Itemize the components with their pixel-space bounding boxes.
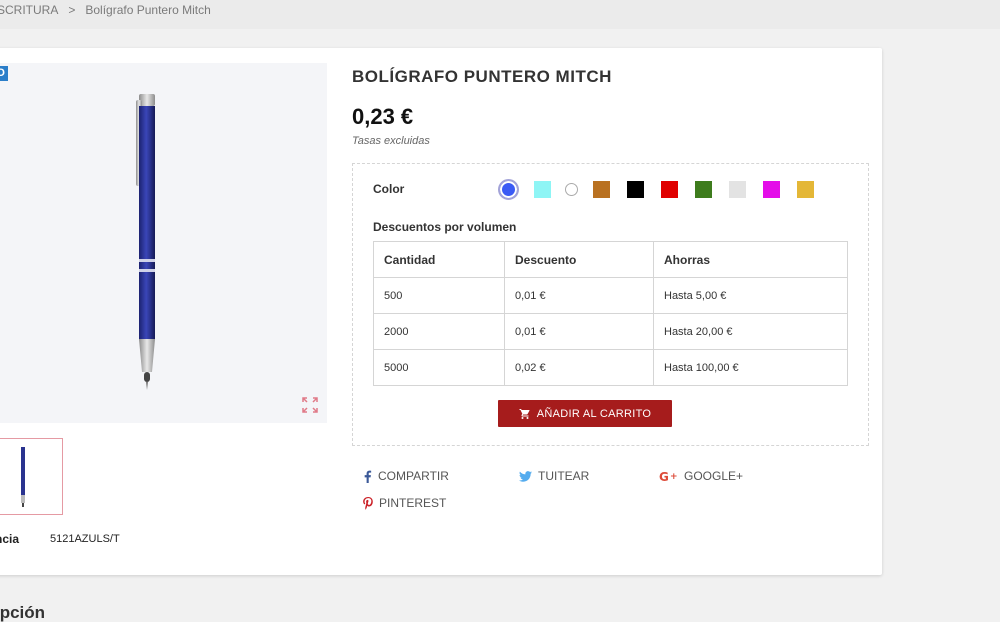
table-row: 5000 0,02 € Hasta 100,00 € bbox=[373, 349, 848, 386]
pinterest-icon bbox=[363, 496, 373, 510]
volume-discounts-label: Descuentos por volumen bbox=[373, 220, 517, 234]
column-header: Ahorras bbox=[653, 241, 848, 278]
product-title: BOLÍGRAFO PUNTERO MITCH bbox=[352, 67, 612, 86]
swatch-red[interactable] bbox=[661, 181, 678, 198]
twitter-icon bbox=[519, 470, 532, 482]
share-facebook-label: COMPARTIR bbox=[378, 469, 449, 483]
volume-discounts-table: Cantidad Descuento Ahorras 500 0,01 € Ha… bbox=[373, 241, 848, 386]
breadcrumb-separator: > bbox=[68, 3, 76, 17]
reference-value: 5121AZULS/T bbox=[50, 533, 120, 545]
new-badge: VO bbox=[0, 66, 8, 81]
color-label: Color bbox=[373, 182, 405, 196]
share-facebook-button[interactable]: COMPARTIR bbox=[363, 469, 449, 483]
share-twitter-label: TUITEAR bbox=[538, 469, 590, 483]
table-cell: 0,02 € bbox=[504, 349, 654, 386]
cart-icon bbox=[519, 408, 530, 419]
table-cell: 5000 bbox=[373, 349, 505, 386]
thumbnail-pen-image bbox=[21, 447, 25, 507]
table-cell: 500 bbox=[373, 277, 505, 314]
add-to-cart-label: AÑADIR AL CARRITO bbox=[536, 407, 652, 420]
swatch-cyan[interactable] bbox=[534, 181, 551, 198]
swatch-light-grey[interactable] bbox=[729, 181, 746, 198]
swatch-green[interactable] bbox=[695, 181, 712, 198]
table-cell: 0,01 € bbox=[504, 277, 654, 314]
share-pinterest-button[interactable]: PINTEREST bbox=[363, 496, 446, 510]
svg-text:G: G bbox=[659, 470, 669, 482]
share-pinterest-label: PINTEREST bbox=[379, 496, 447, 510]
share-google-button[interactable]: G + GOOGLE+ bbox=[659, 469, 743, 483]
table-cell: 2000 bbox=[373, 313, 505, 350]
table-row: 2000 0,01 € Hasta 20,00 € bbox=[373, 313, 848, 350]
share-google-label: GOOGLE+ bbox=[684, 469, 744, 483]
google-plus-icon: G + bbox=[659, 470, 678, 482]
reference-label: ncia bbox=[0, 532, 20, 546]
svg-text:+: + bbox=[670, 472, 678, 482]
column-header: Descuento bbox=[504, 241, 654, 278]
breadcrumb-item-current: Bolígrafo Puntero Mitch bbox=[85, 3, 211, 17]
add-to-cart-button[interactable]: AÑADIR AL CARRITO bbox=[498, 400, 672, 427]
table-cell: 0,01 € bbox=[504, 313, 654, 350]
top-bar: SCRITURA > Bolígrafo Puntero Mitch bbox=[0, 0, 1000, 29]
table-cell: Hasta 100,00 € bbox=[653, 349, 848, 386]
product-image-pen bbox=[136, 94, 155, 390]
product-price: 0,23 € bbox=[352, 104, 414, 129]
product-thumbnail[interactable] bbox=[0, 438, 63, 515]
table-row: 500 0,01 € Hasta 5,00 € bbox=[373, 277, 848, 314]
swatch-blue[interactable] bbox=[498, 179, 519, 200]
swatch-magenta[interactable] bbox=[763, 181, 780, 198]
description-heading: ipción bbox=[0, 603, 46, 622]
expand-icon[interactable] bbox=[301, 396, 319, 414]
breadcrumb: SCRITURA > Bolígrafo Puntero Mitch bbox=[0, 3, 211, 17]
table-cell: Hasta 20,00 € bbox=[653, 313, 848, 350]
tax-note: Tasas excluidas bbox=[352, 135, 430, 147]
swatch-white[interactable] bbox=[565, 183, 578, 196]
column-header: Cantidad bbox=[373, 241, 505, 278]
table-header-row: Cantidad Descuento Ahorras bbox=[373, 241, 848, 278]
facebook-icon bbox=[364, 470, 372, 483]
breadcrumb-item-category[interactable]: SCRITURA bbox=[0, 3, 58, 17]
swatch-brown[interactable] bbox=[593, 181, 610, 198]
table-cell: Hasta 5,00 € bbox=[653, 277, 848, 314]
swatch-black[interactable] bbox=[627, 181, 644, 198]
swatch-gold[interactable] bbox=[797, 181, 814, 198]
share-twitter-button[interactable]: TUITEAR bbox=[519, 469, 589, 483]
product-image-area bbox=[0, 63, 327, 423]
